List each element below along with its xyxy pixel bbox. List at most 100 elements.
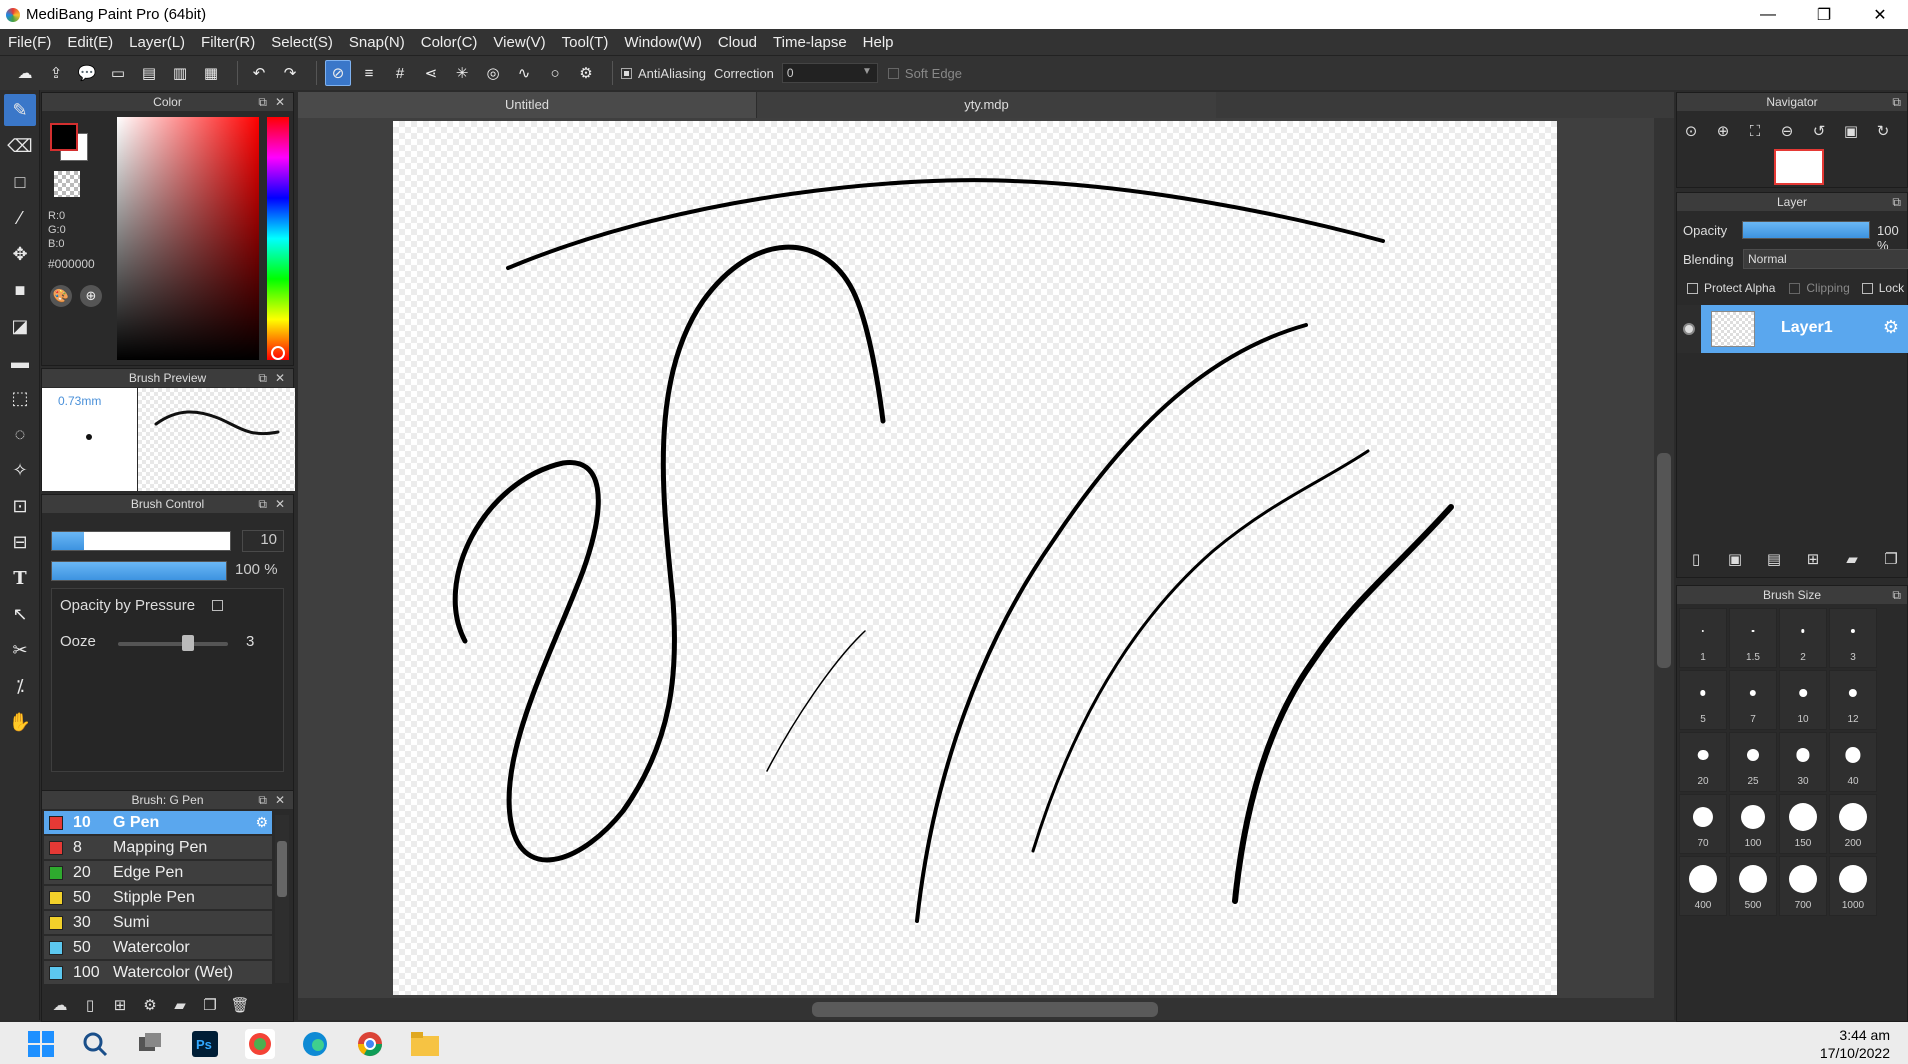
edge-browser-icon[interactable] <box>300 1029 330 1059</box>
select-pen-tool-icon[interactable]: ⊡ <box>4 490 36 522</box>
lasso-tool-icon[interactable]: ◌ <box>4 418 36 450</box>
brush-folder-icon[interactable]: ▰ <box>167 992 193 1018</box>
gradient-tool-icon[interactable]: ▬ <box>4 346 36 378</box>
menu-snap[interactable]: Snap(N) <box>349 34 405 51</box>
new-brush-icon[interactable]: ▯ <box>77 992 103 1018</box>
new-layer-icon[interactable]: ▯ <box>1681 545 1711 573</box>
ooze-slider-knob[interactable] <box>182 635 194 651</box>
undock-icon[interactable]: ⧉ <box>258 369 267 387</box>
divide-tool-icon[interactable]: ✂ <box>4 634 36 666</box>
menu-tool[interactable]: Tool(T) <box>562 34 609 51</box>
brush-size-option[interactable]: 150 <box>1779 794 1827 854</box>
add-brush-icon[interactable]: ⊞ <box>107 992 133 1018</box>
brush-item-watercolor-wet[interactable]: 100 Watercolor (Wet) <box>44 961 272 985</box>
ooze-slider[interactable] <box>118 642 228 646</box>
brush-size-option[interactable]: 25 <box>1729 732 1777 792</box>
canvas-area[interactable] <box>298 118 1654 1000</box>
brush-item-mapping-pen[interactable]: 8 Mapping Pen <box>44 836 272 860</box>
move-tool-icon[interactable]: ✥ <box>4 238 36 270</box>
undock-icon[interactable]: ⧉ <box>258 495 267 513</box>
brush-size-slider[interactable] <box>51 531 231 551</box>
transparent-color-swatch[interactable] <box>54 171 80 197</box>
brush-item-sumi[interactable]: 30 Sumi <box>44 911 272 935</box>
snap-settings-icon[interactable]: ⚙ <box>573 60 599 86</box>
brush-size-option[interactable]: 40 <box>1829 732 1877 792</box>
close-icon[interactable]: ✕ <box>275 369 285 387</box>
menu-edit[interactable]: Edit(E) <box>67 34 113 51</box>
undock-icon[interactable]: ⧉ <box>1892 93 1901 111</box>
cloud-brush-icon[interactable]: ☁ <box>47 992 73 1018</box>
rotate-left-icon[interactable]: ↺ <box>1805 117 1833 145</box>
curve-snap-icon[interactable]: ∿ <box>511 60 537 86</box>
menu-view[interactable]: View(V) <box>493 34 545 51</box>
brush-size-option[interactable]: 5 <box>1679 670 1727 730</box>
menu-timelapse[interactable]: Time-lapse <box>773 34 847 51</box>
photoshop-icon[interactable]: Ps <box>190 1029 220 1059</box>
add-layer-menu-icon[interactable]: ⊞ <box>1798 545 1828 573</box>
layer-row-selected[interactable]: Layer1 ⚙ <box>1701 305 1908 353</box>
close-icon[interactable]: ✕ <box>275 93 285 111</box>
hand-tool-icon[interactable]: ✋ <box>4 706 36 738</box>
gear-icon[interactable]: ⚙ <box>1883 317 1899 338</box>
cloud-icon[interactable]: ☁ <box>12 60 38 86</box>
medibang-icon[interactable] <box>245 1029 275 1059</box>
brush-size-option[interactable]: 1000 <box>1829 856 1877 916</box>
brush-item-edge-pen[interactable]: 20 Edge Pen <box>44 861 272 885</box>
parallel-snap-icon[interactable]: ≡ <box>356 60 382 86</box>
zoom-fit-icon[interactable]: ⊙ <box>1677 117 1705 145</box>
brush-size-option[interactable]: 20 <box>1679 732 1727 792</box>
vertical-scroll-thumb[interactable] <box>1657 453 1671 668</box>
brush-size-option[interactable]: 3 <box>1829 608 1877 668</box>
brush-size-option[interactable]: 7 <box>1729 670 1777 730</box>
saturation-value-picker[interactable] <box>117 117 259 360</box>
text-tool-icon[interactable]: T <box>4 562 36 594</box>
menu-filter[interactable]: Filter(R) <box>201 34 255 51</box>
brush-item-g-pen[interactable]: 10 G Pen ⚙ <box>44 811 272 835</box>
operation-tool-icon[interactable]: ↖ <box>4 598 36 630</box>
comment-icon[interactable]: 💬 <box>74 60 100 86</box>
navigator-thumbnail[interactable] <box>1774 149 1824 185</box>
undock-icon[interactable]: ⧉ <box>1892 586 1901 604</box>
brush-size-option[interactable]: 200 <box>1829 794 1877 854</box>
menu-file[interactable]: File(F) <box>8 34 51 51</box>
menu-select[interactable]: Select(S) <box>271 34 333 51</box>
brush-size-option[interactable]: 70 <box>1679 794 1727 854</box>
tab-untitled[interactable]: Untitled <box>298 92 756 118</box>
antialiasing-checkbox[interactable] <box>621 67 632 79</box>
close-icon[interactable]: ✕ <box>275 495 285 513</box>
brush-list-scroll-thumb[interactable] <box>277 841 287 897</box>
correction-select[interactable]: 0 ▼ <box>781 63 878 83</box>
panel-layout-icon[interactable]: ▦ <box>198 60 224 86</box>
gear-icon[interactable]: ⚙ <box>255 814 268 831</box>
brush-item-watercolor[interactable]: 50 Watercolor <box>44 936 272 960</box>
opacity-by-pressure-checkbox[interactable] <box>212 600 223 611</box>
rect-select-tool-icon[interactable]: ⬚ <box>4 382 36 414</box>
snap-off-icon[interactable]: ⊘ <box>325 60 351 86</box>
chrome-icon[interactable] <box>355 1029 385 1059</box>
page-icon[interactable]: ▤ <box>136 60 162 86</box>
brush-size-option[interactable]: 10 <box>1779 670 1827 730</box>
grid-snap-icon[interactable]: # <box>387 60 413 86</box>
palette-icon[interactable]: 🎨 <box>50 285 72 307</box>
minimize-button[interactable]: — <box>1740 0 1796 29</box>
bucket-tool-icon[interactable]: ◪ <box>4 310 36 342</box>
menu-window[interactable]: Window(W) <box>624 34 702 51</box>
folder-icon[interactable]: ▰ <box>1837 545 1867 573</box>
layer-row[interactable]: Layer1 ⚙ <box>1677 305 1908 353</box>
zoom-out-icon[interactable]: ⊖ <box>1773 117 1801 145</box>
circle-snap-icon[interactable]: ○ <box>542 60 568 86</box>
brush-settings-icon[interactable]: ⚙ <box>137 992 163 1018</box>
new-halftone-layer-icon[interactable]: ▣ <box>1720 545 1750 573</box>
canvas-vertical-scrollbar[interactable] <box>1654 118 1674 1000</box>
close-button[interactable]: ✕ <box>1852 0 1908 29</box>
brush-size-option[interactable]: 30 <box>1779 732 1827 792</box>
rotate-right-icon[interactable]: ↻ <box>1869 117 1897 145</box>
brush-size-option[interactable]: 500 <box>1729 856 1777 916</box>
zoom-in-icon[interactable]: ⊕ <box>1709 117 1737 145</box>
lock-checkbox[interactable] <box>1861 282 1873 294</box>
close-icon[interactable]: ✕ <box>275 791 285 809</box>
brush-tool-icon[interactable]: ✎ <box>4 94 36 126</box>
eyedropper-tool-icon[interactable]: ⁒ <box>4 670 36 702</box>
hue-slider[interactable] <box>267 117 289 360</box>
brush-size-option[interactable]: 100 <box>1729 794 1777 854</box>
